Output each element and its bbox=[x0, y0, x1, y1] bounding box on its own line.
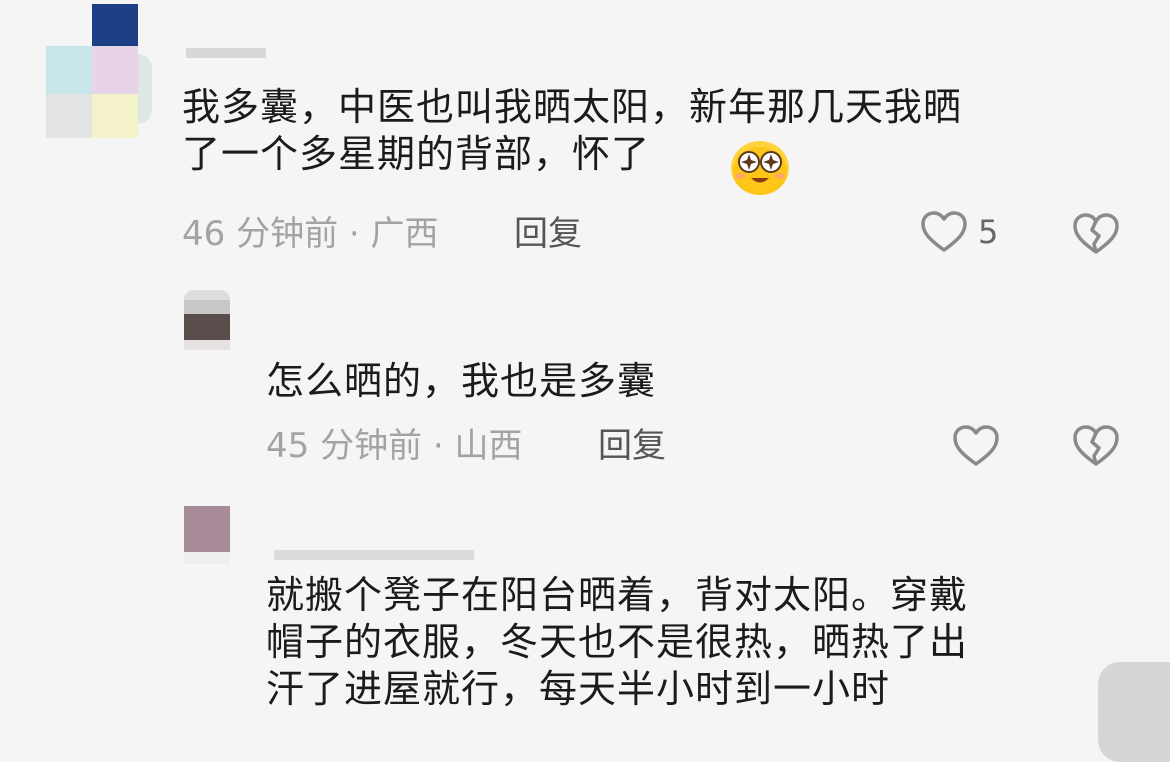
reply-button[interactable]: 回复 bbox=[514, 214, 582, 254]
comment-text: 我多囊，中医也叫我晒太阳，新年那几天我晒 了一个多星期的背部，怀了 bbox=[182, 85, 963, 176]
comment-text: 就搬个凳子在阳台晒着，背对太阳。穿戴 帽子的衣服，冬天也不是很热，晒热了出 汗了… bbox=[266, 573, 969, 711]
floating-button[interactable] bbox=[1098, 662, 1170, 762]
heart-outline-icon bbox=[920, 210, 968, 254]
like-count: 5 bbox=[978, 213, 999, 251]
heart-outline-icon bbox=[952, 424, 1000, 468]
comment-text: 怎么晒的，我也是多囊 bbox=[266, 359, 657, 403]
like-button[interactable] bbox=[952, 424, 1000, 468]
like-button[interactable]: 5 bbox=[920, 210, 998, 254]
dislike-button[interactable] bbox=[1072, 212, 1120, 256]
avatar[interactable] bbox=[46, 4, 158, 138]
username[interactable] bbox=[274, 550, 474, 560]
username[interactable] bbox=[186, 48, 266, 58]
face-with-starry-eyes-emoji bbox=[730, 140, 790, 200]
reply-button[interactable]: 回复 bbox=[598, 426, 666, 466]
comment-meta: 45 分钟前 · 山西 bbox=[266, 426, 523, 466]
comment-meta: 46 分钟前 · 广西 bbox=[182, 214, 439, 254]
dislike-button[interactable] bbox=[1072, 424, 1120, 468]
broken-heart-icon bbox=[1072, 212, 1120, 256]
avatar[interactable] bbox=[184, 290, 230, 350]
avatar[interactable] bbox=[184, 506, 230, 564]
broken-heart-icon bbox=[1072, 424, 1120, 468]
